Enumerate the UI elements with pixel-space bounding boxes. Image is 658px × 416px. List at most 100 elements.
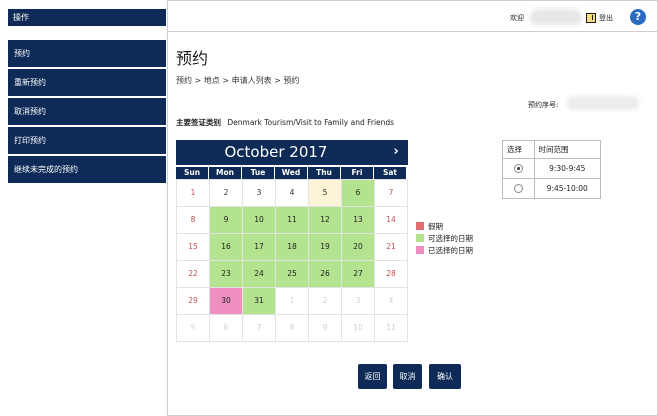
calendar-day: 3 <box>342 288 375 315</box>
calendar-day: 6 <box>210 315 243 342</box>
legend-swatch-available <box>416 234 424 242</box>
calendar-day: 5 <box>177 315 210 342</box>
calendar-day[interactable]: 20 <box>342 234 375 261</box>
next-month-button[interactable]: › <box>384 140 408 165</box>
sidebar-menu: 预约 重新预约 取消预约 打印预约 继续未完成的预约 <box>8 40 166 185</box>
calendar-day: 7 <box>243 315 276 342</box>
time-slot-table: 选择 时间范围 9:30-9:45 9:45-10:00 <box>502 140 602 199</box>
calendar-weekdays: Sun Mon Tue Wed Thu Fri Sat <box>176 167 408 179</box>
weekday-mon: Mon <box>209 167 242 179</box>
time-slot-range: 9:45-10:00 <box>533 178 602 199</box>
legend-selected: 已选择的日期 <box>416 244 473 256</box>
top-bar: 欢迎 登出 ? <box>168 0 658 32</box>
booking-number-redacted <box>567 96 639 110</box>
legend-swatch-selected <box>416 246 424 254</box>
calendar-day: 22 <box>177 261 210 288</box>
calendar-day[interactable]: 26 <box>309 261 342 288</box>
welcome-text: 欢迎 <box>510 14 524 22</box>
visa-category-value: Denmark Tourism/Visit to Family and Frie… <box>227 118 395 127</box>
calendar-day[interactable]: 17 <box>243 234 276 261</box>
weekday-thu: Thu <box>308 167 341 179</box>
time-slot-radio-cell <box>502 158 535 179</box>
calendar-day: 1 <box>276 288 309 315</box>
calendar-day: 4 <box>375 288 408 315</box>
time-slot-row[interactable]: 9:30-9:45 <box>502 158 602 179</box>
calendar-day[interactable]: 24 <box>243 261 276 288</box>
calendar-day[interactable]: 11 <box>276 207 309 234</box>
calendar-month: October 2017 <box>224 143 328 161</box>
calendar-day: 2 <box>309 288 342 315</box>
calendar-day: 11 <box>375 315 408 342</box>
calendar-day[interactable]: 19 <box>309 234 342 261</box>
calendar-header: October 2017 › <box>176 140 408 165</box>
visa-category: 主要签证类别 Denmark Tourism/Visit to Family a… <box>176 117 394 128</box>
booking-number-label: 预约序号: <box>528 101 559 109</box>
time-slot-range: 9:30-9:45 <box>533 158 602 179</box>
calendar: October 2017 › Sun Mon Tue Wed Thu Fri S… <box>176 140 408 342</box>
calendar-day: 8 <box>177 207 210 234</box>
calendar-day: 28 <box>375 261 408 288</box>
calendar-day: 21 <box>375 234 408 261</box>
weekday-wed: Wed <box>275 167 308 179</box>
back-button[interactable]: 返回 <box>358 364 387 389</box>
legend-label-selected: 已选择的日期 <box>428 245 473 255</box>
sidebar-header: 操作 <box>8 9 166 26</box>
weekday-sun: Sun <box>176 167 209 179</box>
calendar-day: 1 <box>177 180 210 207</box>
calendar-day: 5 <box>309 180 342 207</box>
logout-label: 登出 <box>599 14 613 22</box>
time-slot-radio[interactable] <box>513 184 523 194</box>
sidebar-item-rebook[interactable]: 重新预约 <box>8 69 166 96</box>
calendar-day: 9 <box>309 315 342 342</box>
calendar-day: 4 <box>276 180 309 207</box>
calendar-day[interactable]: 18 <box>276 234 309 261</box>
sidebar-item-book[interactable]: 预约 <box>8 40 166 67</box>
visa-category-label: 主要签证类别 <box>176 118 221 127</box>
time-slot-radio-selected[interactable] <box>513 164 523 174</box>
legend-label-holiday: 假期 <box>428 221 443 231</box>
help-icon[interactable]: ? <box>630 9 646 25</box>
calendar-day: 3 <box>243 180 276 207</box>
calendar-day[interactable]: 10 <box>243 207 276 234</box>
legend-available: 可选择的日期 <box>416 232 473 244</box>
select-column-header: 选择 <box>502 140 535 159</box>
time-slot-row[interactable]: 9:45-10:00 <box>502 178 602 199</box>
calendar-day[interactable]: 12 <box>309 207 342 234</box>
calendar-day: 14 <box>375 207 408 234</box>
calendar-day: 8 <box>276 315 309 342</box>
legend-holiday: 假期 <box>416 220 473 232</box>
calendar-day[interactable]: 6 <box>342 180 375 207</box>
calendar-day[interactable]: 25 <box>276 261 309 288</box>
calendar-day[interactable]: 23 <box>210 261 243 288</box>
user-name-redacted <box>530 9 582 25</box>
cancel-button[interactable]: 取消 <box>393 364 422 389</box>
calendar-day: 2 <box>210 180 243 207</box>
calendar-day: 10 <box>342 315 375 342</box>
calendar-day[interactable]: 31 <box>243 288 276 315</box>
sidebar: 操作 预约 重新预约 取消预约 打印预约 继续未完成的预约 <box>0 0 168 416</box>
time-slot-radio-cell <box>502 178 535 199</box>
breadcrumb: 预约 > 地点 > 申请人列表 > 预约 <box>176 76 300 85</box>
calendar-day[interactable]: 16 <box>210 234 243 261</box>
calendar-grid: 1 2 3 4 5 6 7 8 9 10 11 12 13 14 15 16 17 18 19 20 21 22 23 24 2… <box>176 179 408 342</box>
page-title: 预约 <box>176 49 209 68</box>
calendar-legend: 假期 可选择的日期 已选择的日期 <box>416 220 473 256</box>
calendar-day: 15 <box>177 234 210 261</box>
calendar-day[interactable]: 13 <box>342 207 375 234</box>
legend-label-available: 可选择的日期 <box>428 233 473 243</box>
calendar-day[interactable]: 30 <box>210 288 243 315</box>
sidebar-item-continue[interactable]: 继续未完成的预约 <box>8 156 166 183</box>
confirm-button[interactable]: 确认 <box>429 364 461 389</box>
calendar-day: 7 <box>375 180 408 207</box>
time-slot-header: 选择 时间范围 <box>502 140 602 159</box>
logout-button[interactable]: 登出 <box>586 11 613 25</box>
calendar-day[interactable]: 27 <box>342 261 375 288</box>
sidebar-item-print[interactable]: 打印预约 <box>8 127 166 154</box>
weekday-fri: Fri <box>341 167 374 179</box>
time-range-column-header: 时间范围 <box>533 140 602 159</box>
calendar-day[interactable]: 9 <box>210 207 243 234</box>
legend-swatch-holiday <box>416 222 424 230</box>
weekday-tue: Tue <box>242 167 275 179</box>
sidebar-item-cancel[interactable]: 取消预约 <box>8 98 166 125</box>
logout-icon <box>586 13 596 23</box>
